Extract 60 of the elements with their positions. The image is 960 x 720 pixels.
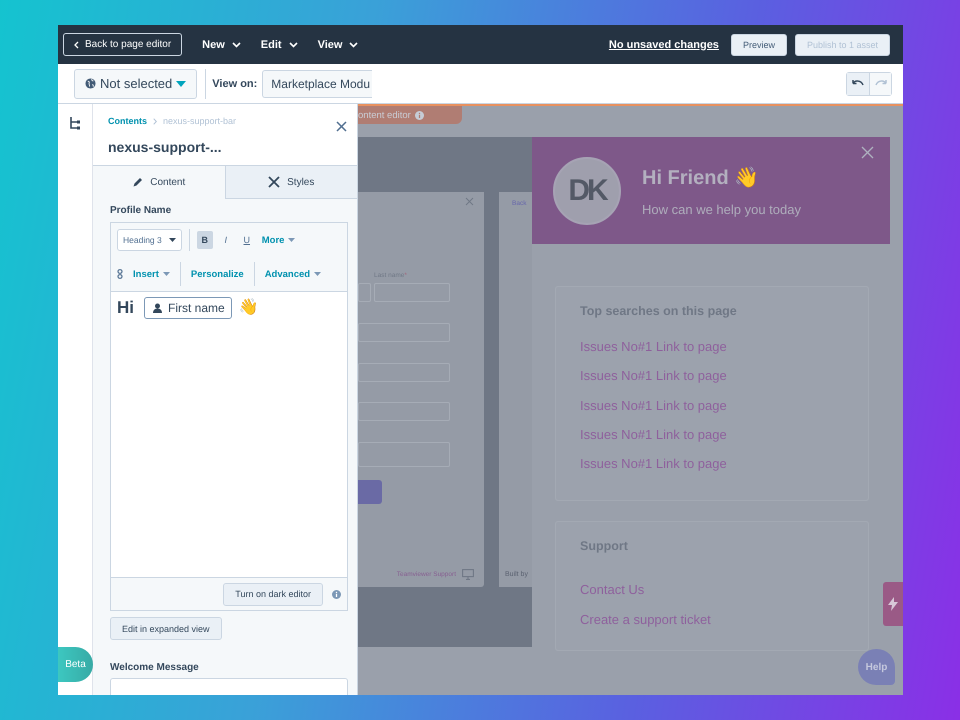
format-button[interactable]: I bbox=[218, 231, 234, 249]
menu-button[interactable]: New bbox=[202, 38, 241, 50]
dark-editor-button[interactable]: Turn on dark editor bbox=[223, 582, 323, 606]
close-icon[interactable] bbox=[336, 121, 347, 132]
welcome-message-field[interactable] bbox=[110, 678, 348, 695]
format-button[interactable]: B bbox=[196, 231, 213, 249]
heading-text: Hi bbox=[117, 297, 134, 319]
advanced-dropdown[interactable]: Advanced bbox=[262, 268, 324, 280]
person-icon bbox=[153, 303, 162, 313]
view-on-dropdown[interactable]: Marketplace Modu bbox=[262, 70, 372, 98]
breadcrumb-current: nexus-support-bar bbox=[163, 116, 236, 126]
caret-icon bbox=[288, 238, 296, 242]
field-label: Welcome Message bbox=[110, 662, 200, 673]
redo-icon bbox=[874, 79, 886, 88]
menu-button[interactable]: Edit bbox=[260, 38, 298, 50]
caret-icon bbox=[232, 42, 241, 48]
back-button[interactable]: Back to page editor bbox=[63, 33, 182, 56]
link-icon[interactable] bbox=[117, 269, 123, 279]
style-dropdown[interactable]: Heading 3 bbox=[117, 229, 182, 251]
brush-cross-icon bbox=[268, 176, 280, 188]
lightning-tab[interactable] bbox=[883, 582, 903, 626]
pencil-icon bbox=[132, 176, 144, 188]
view-on-label: View on: bbox=[212, 78, 258, 90]
close-icon bbox=[861, 146, 874, 159]
undo-icon bbox=[852, 79, 864, 88]
wave-emoji: 👋 bbox=[238, 297, 259, 318]
menu-button[interactable]: View bbox=[318, 38, 358, 50]
more-dropdown[interactable]: More bbox=[260, 234, 298, 246]
widget-title: Hi Friend 👋 bbox=[642, 166, 760, 190]
field-label: Profile Name bbox=[110, 205, 172, 216]
caret-icon bbox=[288, 42, 298, 48]
monitor-icon bbox=[462, 569, 474, 580]
save-status-link[interactable]: No unsaved changes bbox=[608, 38, 719, 50]
caret-icon bbox=[349, 42, 358, 48]
insert-dropdown[interactable]: Insert bbox=[131, 268, 172, 280]
tab[interactable]: Styles bbox=[224, 165, 357, 199]
language-dropdown[interactable]: Not selected bbox=[74, 68, 198, 98]
format-button[interactable]: U bbox=[238, 231, 255, 249]
input-field bbox=[358, 283, 371, 302]
info-icon[interactable] bbox=[332, 590, 341, 598]
personalize-button[interactable]: Personalize bbox=[188, 268, 246, 280]
close-icon bbox=[465, 197, 474, 206]
module-title: nexus-support-... bbox=[108, 139, 223, 155]
info-icon bbox=[414, 110, 424, 120]
chevron-right-icon bbox=[153, 118, 157, 124]
preview-button[interactable]: Preview bbox=[730, 34, 787, 56]
chevron-left-icon bbox=[74, 40, 79, 48]
caret-icon bbox=[176, 80, 186, 86]
breadcrumb-link[interactable]: Contents bbox=[108, 116, 147, 126]
caret-icon bbox=[168, 238, 176, 242]
personalization-token[interactable]: First name bbox=[144, 297, 232, 319]
caret-icon bbox=[162, 272, 170, 276]
logo: DK bbox=[553, 156, 621, 224]
lightning-icon bbox=[888, 597, 898, 611]
widget-subtitle: How can we help you today bbox=[642, 202, 801, 216]
caret-icon bbox=[314, 272, 322, 276]
expanded-view-button[interactable]: Edit in expanded view bbox=[110, 617, 222, 640]
globe-icon bbox=[85, 78, 96, 89]
undo-button[interactable] bbox=[847, 72, 869, 94]
tree-structure-icon[interactable] bbox=[69, 116, 81, 130]
